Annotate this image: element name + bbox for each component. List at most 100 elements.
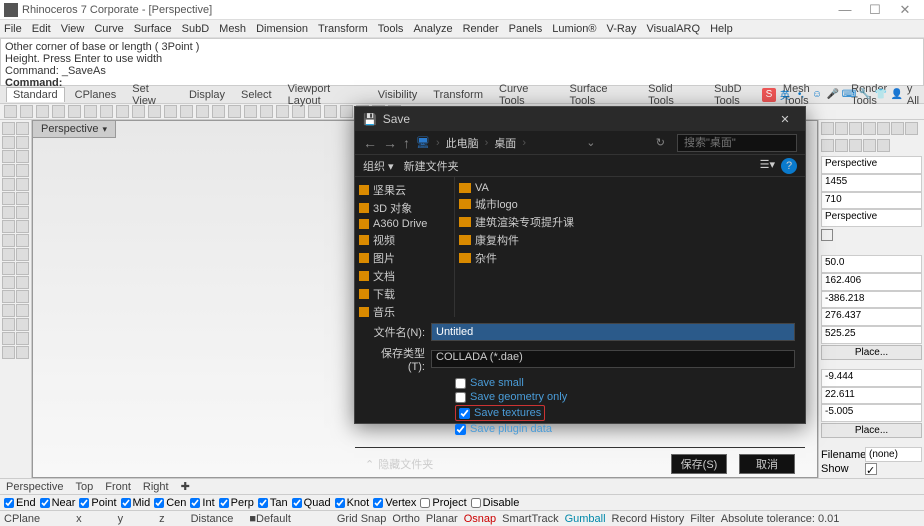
toolbar-icon[interactable] [20, 105, 33, 118]
left-tool-icon[interactable] [16, 234, 29, 247]
status-smarttrack[interactable]: SmartTrack [502, 513, 558, 525]
toolbar-icon[interactable] [180, 105, 193, 118]
check-save-geometry[interactable]: Save geometry only [455, 391, 795, 403]
prop-c1[interactable]: -9.444 [821, 369, 922, 387]
prop-height[interactable]: 710 [821, 192, 922, 210]
new-folder-button[interactable]: 新建文件夹 [404, 158, 459, 174]
nav-back-icon[interactable]: ← [363, 135, 377, 151]
place-button-1[interactable]: Place... [821, 345, 922, 360]
panel-icon[interactable] [849, 122, 862, 135]
menu-mesh[interactable]: Mesh [219, 23, 246, 35]
osnap-project[interactable]: Project [420, 497, 466, 509]
menu-render[interactable]: Render [463, 23, 499, 35]
tree-item[interactable]: 下载 [359, 285, 450, 303]
osnap-end[interactable]: End [4, 497, 36, 509]
toolbar-icon[interactable] [228, 105, 241, 118]
osnap-tan[interactable]: Tan [258, 497, 288, 509]
left-tool-icon[interactable] [2, 136, 15, 149]
check-save-textures[interactable]: Save textures [455, 405, 545, 421]
left-tool-icon[interactable] [16, 332, 29, 345]
menu-file[interactable]: File [4, 23, 22, 35]
osnap-quad[interactable]: Quad [292, 497, 331, 509]
show-checkbox[interactable]: ✓ [865, 463, 877, 475]
osnap-disable[interactable]: Disable [471, 497, 520, 509]
ime-sogou-icon[interactable]: S [762, 88, 776, 102]
nav-pc-icon[interactable]: 🖥 [416, 136, 430, 149]
status-filter[interactable]: Filter [690, 513, 714, 525]
osnap-point[interactable]: Point [79, 497, 116, 509]
toolbar-icon[interactable] [196, 105, 209, 118]
dialog-close-icon[interactable]: ✕ [773, 109, 797, 129]
status-ortho[interactable]: Ortho [392, 513, 420, 525]
toolbar-icon[interactable] [244, 105, 257, 118]
prop-y[interactable]: 162.406 [821, 273, 922, 291]
ime-skin-icon[interactable]: 👕 [874, 88, 888, 102]
minimize-button[interactable]: — [830, 1, 860, 19]
tree-item[interactable]: 音乐 [359, 303, 450, 317]
tab-curve-tools[interactable]: Curve Tools [493, 82, 560, 108]
list-item[interactable]: 城市logo [459, 195, 801, 213]
osnap-knot[interactable]: Knot [335, 497, 370, 509]
menu-view[interactable]: View [61, 23, 85, 35]
nav-fwd-icon[interactable]: → [383, 135, 397, 151]
panel-icon[interactable] [835, 122, 848, 135]
breadcrumb-pc[interactable]: 此电脑 [446, 135, 479, 151]
panel-icon[interactable] [849, 139, 862, 152]
left-tool-icon[interactable] [2, 206, 15, 219]
list-item[interactable]: VA [459, 181, 801, 195]
left-tool-icon[interactable] [2, 276, 15, 289]
status-record[interactable]: Record History [612, 513, 685, 525]
left-tool-icon[interactable] [2, 178, 15, 191]
filename-input[interactable] [431, 323, 795, 341]
toolbar-icon[interactable] [68, 105, 81, 118]
osnap-int[interactable]: Int [190, 497, 214, 509]
tab-cplanes[interactable]: CPlanes [69, 88, 123, 102]
tab-transform[interactable]: Transform [427, 88, 489, 102]
toolbar-icon[interactable] [36, 105, 49, 118]
menu-lumion[interactable]: Lumion® [552, 23, 596, 35]
menu-edit[interactable]: Edit [32, 23, 51, 35]
tree-item[interactable]: 视频 [359, 231, 450, 249]
osnap-cen[interactable]: Cen [154, 497, 186, 509]
tree-item[interactable]: 文档 [359, 267, 450, 285]
left-tool-icon[interactable] [16, 318, 29, 331]
toolbar-icon[interactable] [100, 105, 113, 118]
place-button-2[interactable]: Place... [821, 423, 922, 438]
prop-x[interactable]: 50.0 [821, 255, 922, 273]
osnap-perp[interactable]: Perp [219, 497, 254, 509]
left-tool-icon[interactable] [16, 248, 29, 261]
left-tool-icon[interactable] [2, 346, 15, 359]
tab-solid-tools[interactable]: Solid Tools [642, 82, 704, 108]
left-tool-icon[interactable] [2, 248, 15, 261]
panel-icon[interactable] [877, 139, 890, 152]
left-tool-icon[interactable] [2, 150, 15, 163]
panel-icon[interactable] [877, 122, 890, 135]
prop-projection[interactable]: Perspective [821, 209, 922, 227]
ime-mic-icon[interactable]: 🎤 [826, 88, 840, 102]
left-tool-icon[interactable] [16, 262, 29, 275]
left-tool-icon[interactable] [16, 122, 29, 135]
prop-width[interactable]: 1455 [821, 174, 922, 192]
panel-icon[interactable] [891, 122, 904, 135]
viewport-tab[interactable]: Perspective [33, 121, 116, 138]
status-gridsnap[interactable]: Grid Snap [337, 513, 387, 525]
panel-icon[interactable] [821, 122, 834, 135]
tab-visibility[interactable]: Visibility [372, 88, 424, 102]
ime-cn-icon[interactable]: 英 [778, 88, 792, 102]
osnap-vertex[interactable]: Vertex [373, 497, 416, 509]
tab-viewport-layout[interactable]: Viewport Layout [282, 82, 368, 108]
prop-filename[interactable]: (none) [865, 447, 922, 462]
ime-face-icon[interactable]: ☺ [810, 88, 824, 102]
left-tool-icon[interactable] [16, 290, 29, 303]
menu-dimension[interactable]: Dimension [256, 23, 308, 35]
toolbar-icon[interactable] [84, 105, 97, 118]
prop-check[interactable] [821, 229, 833, 241]
tree-item[interactable]: A360 Drive [359, 217, 450, 231]
view-tab-add-icon[interactable]: ✚ [181, 480, 190, 493]
view-tab-top[interactable]: Top [75, 481, 93, 493]
left-tool-icon[interactable] [16, 178, 29, 191]
menu-subd[interactable]: SubD [182, 23, 210, 35]
file-list[interactable]: VA 城市logo 建筑渲染专项提升课 康复构件 杂件 [455, 177, 805, 317]
toolbar-icon[interactable] [52, 105, 65, 118]
tab-standard[interactable]: Standard [6, 87, 65, 102]
